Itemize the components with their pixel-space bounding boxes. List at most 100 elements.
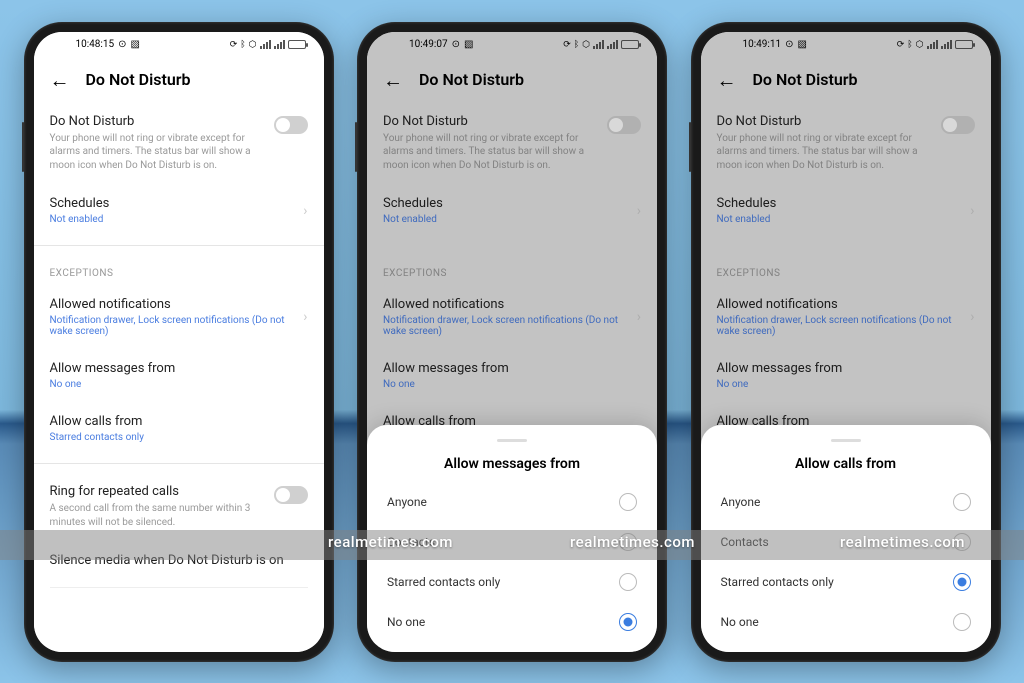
page-header: ← Do Not Disturb	[367, 58, 657, 102]
battery-icon	[288, 40, 306, 49]
screen: 10:48:15 ⊙ ▧ ⟳ ᛒ ⬡ ← Do Not Disturb Do N…	[34, 32, 324, 652]
option-label: Contacts	[387, 535, 435, 549]
allowed-notif-row[interactable]: Allowed notifications Notification drawe…	[50, 285, 308, 349]
bluetooth-icon: ᛒ	[907, 40, 912, 50]
allow-msg-row[interactable]: Allow messages from No one	[50, 349, 308, 402]
schedules-value: Not enabled	[383, 214, 641, 225]
link-icon: ▧	[464, 39, 473, 50]
option-starred[interactable]: Starred contacts only	[701, 562, 991, 602]
silence-media-row[interactable]: Silence media when Do Not Disturb is on	[50, 541, 308, 583]
dnd-toggle-row[interactable]: Do Not Disturb Your phone will not ring …	[383, 102, 641, 185]
sheet-handle[interactable]	[497, 439, 527, 442]
allowed-notif-row[interactable]: Allowed notifications Notification drawe…	[717, 285, 975, 349]
option-anyone[interactable]: Anyone	[367, 482, 657, 522]
radio-icon	[619, 493, 637, 511]
allow-msg-title: Allow messages from	[383, 361, 641, 376]
option-contacts[interactable]: Contacts	[701, 522, 991, 562]
exceptions-header: EXCEPTIONS	[50, 254, 308, 285]
dnd-toggle[interactable]	[274, 116, 308, 134]
option-noone[interactable]: No one	[367, 602, 657, 642]
bluetooth-icon: ᛒ	[574, 40, 579, 50]
divider	[50, 587, 308, 588]
option-starred[interactable]: Starred contacts only	[367, 562, 657, 602]
allowed-notif-row[interactable]: Allowed notifications Notification drawe…	[383, 285, 641, 349]
chevron-right-icon: ›	[303, 203, 307, 219]
silence-media-title: Silence media when Do Not Disturb is on	[50, 553, 308, 568]
option-anyone[interactable]: Anyone	[701, 482, 991, 522]
bottom-sheet-messages: Allow messages from Anyone Contacts Star…	[367, 425, 657, 652]
dnd-title: Do Not Disturb	[383, 114, 641, 129]
allowed-notif-value: Notification drawer, Lock screen notific…	[50, 315, 308, 337]
sync-icon: ⟳	[230, 40, 238, 50]
battery-icon	[621, 40, 639, 49]
allow-msg-title: Allow messages from	[717, 361, 975, 376]
allow-calls-row[interactable]: Allow calls from Starred contacts only	[50, 402, 308, 455]
link-icon: ▧	[130, 39, 139, 50]
schedules-row[interactable]: Schedules Not enabled ›	[383, 184, 641, 237]
bottom-sheet-calls: Allow calls from Anyone Contacts Starred…	[701, 425, 991, 652]
signal-icon	[927, 40, 938, 49]
sync-icon: ⟳	[897, 40, 905, 50]
back-arrow-icon[interactable]: ←	[383, 70, 403, 90]
divider	[34, 245, 324, 246]
ring-repeated-toggle[interactable]	[274, 486, 308, 504]
chevron-right-icon: ›	[637, 203, 641, 219]
signal-icon-2	[607, 40, 618, 49]
signal-icon-2	[941, 40, 952, 49]
dnd-toggle[interactable]	[941, 116, 975, 134]
radio-icon	[953, 613, 971, 631]
wifi-icon: ⬡	[249, 40, 257, 50]
link-icon: ▧	[797, 39, 806, 50]
sheet-title: Allow messages from	[367, 452, 657, 482]
allowed-notif-value: Notification drawer, Lock screen notific…	[717, 315, 975, 337]
chevron-right-icon: ›	[637, 309, 641, 325]
signal-icon	[260, 40, 271, 49]
dnd-desc: Your phone will not ring or vibrate exce…	[50, 132, 308, 173]
page-title: Do Not Disturb	[419, 70, 524, 89]
page-title: Do Not Disturb	[86, 70, 191, 89]
option-label: Starred contacts only	[387, 575, 500, 589]
option-label: Starred contacts only	[721, 575, 834, 589]
divider	[34, 463, 324, 464]
sheet-handle[interactable]	[831, 439, 861, 442]
phone-3: 10:49:11 ⊙ ▧ ⟳ ᛒ ⬡ ← Do Not Disturb Do N…	[691, 22, 1001, 662]
phone-2: 10:49:07 ⊙ ▧ ⟳ ᛒ ⬡ ← Do Not Disturb Do N…	[357, 22, 667, 662]
allowed-notif-title: Allowed notifications	[383, 297, 641, 312]
option-noone[interactable]: No one	[701, 602, 991, 642]
allow-msg-value: No one	[717, 379, 975, 390]
dnd-title: Do Not Disturb	[50, 114, 308, 129]
back-arrow-icon[interactable]: ←	[50, 70, 70, 90]
screen: 10:49:11 ⊙ ▧ ⟳ ᛒ ⬡ ← Do Not Disturb Do N…	[701, 32, 991, 652]
dnd-desc: Your phone will not ring or vibrate exce…	[383, 132, 641, 173]
back-arrow-icon[interactable]: ←	[717, 70, 737, 90]
chevron-right-icon: ›	[970, 203, 974, 219]
radio-checked-icon	[619, 613, 637, 631]
allow-msg-value: No one	[383, 379, 641, 390]
status-bar: 10:49:11 ⊙ ▧ ⟳ ᛒ ⬡	[701, 32, 991, 58]
radio-icon	[619, 573, 637, 591]
wifi-icon: ⬡	[916, 40, 924, 50]
sheet-title: Allow calls from	[701, 452, 991, 482]
dnd-title: Do Not Disturb	[717, 114, 975, 129]
allow-msg-row[interactable]: Allow messages from No one	[717, 349, 975, 402]
chevron-right-icon: ›	[970, 309, 974, 325]
page-header: ← Do Not Disturb	[34, 58, 324, 102]
status-bar: 10:48:15 ⊙ ▧ ⟳ ᛒ ⬡	[34, 32, 324, 58]
status-time: 10:48:15	[76, 39, 115, 50]
dnd-desc: Your phone will not ring or vibrate exce…	[717, 132, 975, 173]
battery-icon	[955, 40, 973, 49]
option-label: No one	[721, 615, 759, 629]
option-contacts[interactable]: Contacts	[367, 522, 657, 562]
schedules-title: Schedules	[717, 196, 975, 211]
schedules-row[interactable]: Schedules Not enabled ›	[50, 184, 308, 237]
dnd-toggle-row[interactable]: Do Not Disturb Your phone will not ring …	[717, 102, 975, 185]
chevron-right-icon: ›	[303, 309, 307, 325]
dnd-toggle-row[interactable]: Do Not Disturb Your phone will not ring …	[50, 102, 308, 185]
ring-repeated-row[interactable]: Ring for repeated calls A second call fr…	[50, 472, 308, 541]
allowed-notif-value: Notification drawer, Lock screen notific…	[383, 315, 641, 337]
whatsapp-icon: ⊙	[452, 39, 460, 50]
whatsapp-icon: ⊙	[118, 39, 126, 50]
dnd-toggle[interactable]	[607, 116, 641, 134]
allow-msg-row[interactable]: Allow messages from No one	[383, 349, 641, 402]
schedules-row[interactable]: Schedules Not enabled ›	[717, 184, 975, 237]
